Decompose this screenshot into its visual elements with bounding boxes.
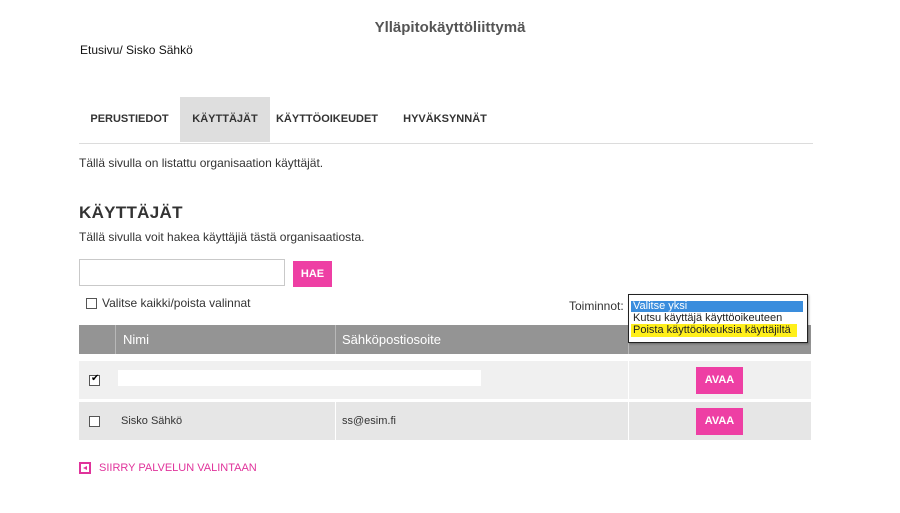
tab-bar: PERUSTIEDOT KÄYTTÄJÄT KÄYTTÖOIKEUDET HYV… [79, 97, 813, 144]
table-row: ✔ AVAA [79, 361, 811, 399]
row-checkbox[interactable] [89, 415, 100, 427]
section-description: Tällä sivulla voit hakea käyttäjiä tästä… [79, 230, 365, 244]
actions-option-remove[interactable]: Poista käyttöoikeuksia käyttäjiltä [631, 324, 797, 337]
actions-label: Toiminnot: [569, 299, 624, 313]
page-title: Ylläpitokäyttöliittymä [374, 19, 526, 36]
breadcrumb-separator: / [119, 43, 123, 57]
intro-text: Tällä sivulla on listattu organisaation … [79, 156, 324, 170]
open-button[interactable]: AVAA [696, 407, 743, 435]
tab-hyvaksynnat[interactable]: HYVÄKSYNNÄT [384, 97, 506, 142]
select-all-control[interactable]: Valitse kaikki/poista valinnat [86, 296, 251, 310]
back-to-services-link[interactable]: SIIRRY PALVELUN VALINTAAN [79, 462, 257, 474]
header-email: Sähköpostiosoite [336, 325, 629, 354]
tab-kayttooikeudet[interactable]: KÄYTTÖOIKEUDET [270, 97, 384, 142]
header-name: Nimi [116, 325, 336, 354]
header-select [79, 325, 116, 354]
row-checkbox[interactable]: ✔ [89, 372, 100, 386]
check-icon: ✔ [91, 372, 100, 384]
section-title: KÄYTTÄJÄT [79, 203, 183, 222]
breadcrumb: Etusivu/ Sisko Sähkö [80, 43, 193, 57]
actions-option-selected[interactable]: Valitse yksi [631, 301, 803, 312]
breadcrumb-home-link[interactable]: Etusivu [80, 43, 119, 57]
select-all-label: Valitse kaikki/poista valinnat [102, 296, 251, 310]
tab-kayttajat[interactable]: KÄYTTÄJÄT [180, 97, 270, 142]
actions-option-invite[interactable]: Kutsu käyttäjä käyttöoikeuteen [631, 313, 782, 324]
row-name: Sisko Sähkö [121, 415, 183, 427]
open-button[interactable]: AVAA [696, 366, 743, 394]
search-button[interactable]: HAE [293, 261, 332, 287]
table-row: Sisko Sähkö ss@esim.fi AVAA [79, 402, 811, 440]
row-name-field [118, 370, 481, 386]
arrow-left-icon [79, 462, 91, 474]
actions-dropdown[interactable]: Valitse yksi Kutsu käyttäjä käyttöoikeut… [628, 294, 808, 343]
tab-perustiedot[interactable]: PERUSTIEDOT [79, 97, 180, 142]
row-email: ss@esim.fi [342, 415, 396, 427]
select-all-checkbox[interactable] [86, 297, 97, 309]
breadcrumb-current: Sisko Sähkö [126, 43, 193, 57]
back-link-label: SIIRRY PALVELUN VALINTAAN [99, 462, 257, 474]
search-input[interactable] [79, 259, 285, 286]
